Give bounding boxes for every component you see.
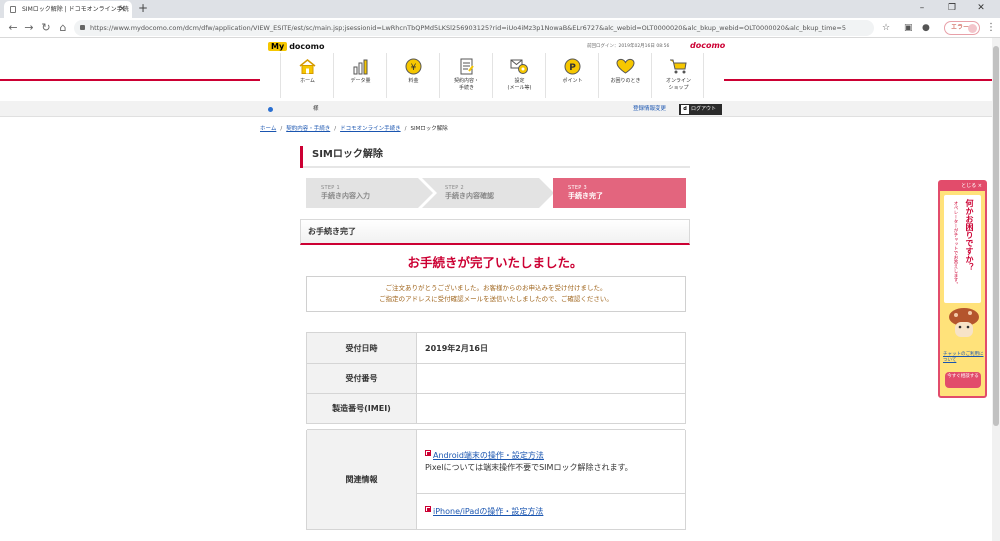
table-row: 受付日時 2019年2月16日 (306, 332, 686, 364)
yen-icon: ¥ (405, 58, 422, 75)
chat-consult-button[interactable]: 今すぐ相談する (945, 372, 981, 388)
forward-icon[interactable]: → (22, 20, 36, 36)
address-bar[interactable]: https://www.mydocomo.com/dcm/dfw/applica… (74, 20, 874, 36)
row-label: 製造番号(IMEI) (306, 393, 417, 424)
lock-icon (80, 25, 85, 30)
breadcrumb-home[interactable]: ホーム (260, 126, 276, 132)
external-link-icon (425, 449, 431, 456)
url-text: https://www.mydocomo.com/dcm/dfw/applica… (90, 24, 847, 32)
breadcrumb-contract[interactable]: 契約内容・手続き (286, 126, 330, 132)
d-logo-icon: d (681, 105, 689, 114)
chat-info-link[interactable]: チャットのご利用について (943, 352, 987, 364)
gnav-settings[interactable]: 設定 (メール等) (492, 53, 545, 98)
docomo-brand-logo[interactable]: docomo (690, 40, 725, 51)
new-tab-button[interactable]: + (138, 0, 148, 17)
cart-icon (670, 59, 687, 74)
chat-widget: とじる × 何かお困りですか？ オペレーターがチャットでお答えします。 チャット… (938, 180, 987, 398)
section-heading: お手続き完了 (300, 219, 690, 245)
chat-question: 何かお困りですか？ (965, 199, 974, 271)
gnav-home[interactable]: ホーム (280, 53, 333, 98)
extension-icon[interactable]: ▣ (904, 21, 913, 35)
bookmark-star-icon[interactable]: ☆ (882, 21, 890, 35)
row-label: 受付番号 (306, 363, 417, 394)
back-icon[interactable]: ← (6, 20, 20, 36)
page: My docomo 前回ログイン：2019年02月16日 08:56 docomo… (0, 38, 992, 541)
heart-icon (616, 58, 635, 74)
gnav-data[interactable]: データ量 (333, 53, 386, 98)
row-value (416, 363, 686, 394)
title-accent-bar (300, 146, 303, 168)
gnav-contract[interactable]: 契約内容・ 手続き (439, 53, 492, 98)
receipt-table: 受付日時 2019年2月16日 受付番号 製造番号(IMEI) 関連情報 And… (306, 332, 686, 530)
breadcrumb: ホーム / 契約内容・手続き / ドコモオンライン手続き / SIMロック解除 (260, 126, 448, 132)
notice-box: ご注文ありがとうございました。お客様からのお申込みを受け付けました。 ご指定のア… (306, 276, 686, 312)
last-login: 前回ログイン：2019年02月16日 08:56 (587, 44, 670, 49)
gnav-shop[interactable]: オンライン ショップ (651, 53, 704, 98)
extension-circle-icon[interactable]: ● (922, 21, 930, 35)
gear-mail-icon (510, 59, 528, 74)
mydocomo-logo[interactable]: My docomo (268, 41, 324, 52)
page-icon (10, 6, 16, 13)
menu-icon[interactable]: ⋮ (986, 21, 996, 35)
global-nav: ホーム データ量 ¥ 料金 契約内容・ 手続き 設定 (メール等) P ポイント (280, 53, 704, 98)
gnav-points[interactable]: P ポイント (545, 53, 598, 98)
browser-tab[interactable]: SIMロック解除 | ドコモオンライン手続 × (4, 1, 132, 18)
status-dot-icon (268, 107, 273, 112)
home-icon (299, 59, 316, 74)
browser-toolbar: ← → ↻ ⌂ https://www.mydocomo.com/dcm/dfw… (0, 18, 1000, 38)
document-icon (460, 58, 474, 75)
breadcrumb-online[interactable]: ドコモオンライン手続き (340, 126, 401, 132)
chat-close-button[interactable]: とじる × (940, 182, 985, 191)
reload-icon[interactable]: ↻ (39, 20, 53, 36)
step-indicator: STEP 1 手続き内容入力 STEP 2 手続き内容確認 STEP 3 手続き… (306, 178, 686, 208)
site-header: My docomo 前回ログイン：2019年02月16日 08:56 docomo… (260, 38, 725, 101)
maximize-button[interactable]: ❐ (937, 0, 967, 17)
row-value (416, 393, 686, 424)
point-icon: P (564, 58, 581, 75)
profile-button[interactable]: エラー (944, 21, 980, 35)
mascot-icon (949, 308, 979, 337)
row-label: 受付日時 (306, 332, 417, 364)
svg-text:¥: ¥ (411, 63, 417, 73)
tab-close-icon[interactable]: × (118, 1, 126, 18)
android-link[interactable]: Android端末の操作・設定方法 (433, 451, 544, 460)
chat-message-card[interactable]: 何かお困りですか？ オペレーターがチャットでお答えします。 (944, 195, 981, 303)
user-name: 様 (313, 106, 319, 112)
chat-subtext: オペレーターがチャットでお答えします。 (953, 201, 958, 287)
table-row: 受付番号 (306, 363, 686, 394)
svg-text:P: P (569, 63, 576, 73)
gnav-fee[interactable]: ¥ 料金 (386, 53, 439, 98)
avatar (968, 24, 977, 33)
page-title: SIMロック解除 (300, 146, 690, 168)
user-bar: 様 登録情報変更 d ログアウト (0, 101, 992, 117)
external-link-icon (425, 505, 431, 512)
profile-label: エラー (951, 24, 970, 31)
table-row: 製造番号(IMEI) (306, 393, 686, 424)
pixel-note: Pixelについては端末操作不要でSIMロック解除されます。 (425, 462, 633, 472)
notice-line-1: ご注文ありがとうございました。お客様からのお申込みを受け付けました。 (385, 284, 607, 292)
step-3: STEP 3 手続き完了 (553, 178, 686, 208)
logout-button[interactable]: d ログアウト (679, 104, 722, 115)
step-2: STEP 2 手続き内容確認 (422, 178, 554, 208)
row-value: 2019年2月16日 (416, 332, 686, 364)
minimize-button[interactable]: – (907, 0, 937, 17)
breadcrumb-current: SIMロック解除 (410, 126, 448, 132)
close-window-button[interactable]: ✕ (966, 0, 996, 17)
registration-change-link[interactable]: 登録情報変更 (633, 101, 666, 117)
home-icon[interactable]: ⌂ (56, 20, 70, 36)
scrollbar-thumb[interactable] (993, 46, 999, 426)
bar-chart-icon (353, 59, 368, 75)
iphone-cell: iPhone/iPadの操作・設定方法 (416, 493, 686, 530)
android-cell: Android端末の操作・設定方法 Pixelについては端末操作不要でSIMロッ… (416, 429, 686, 494)
tab-title: SIMロック解除 | ドコモオンライン手続 (22, 6, 129, 13)
notice-line-2: ご指定のアドレスに受付確認メールを送信いたしましたので、ご確認ください。 (379, 295, 613, 303)
iphone-link[interactable]: iPhone/iPadの操作・設定方法 (433, 507, 543, 516)
completion-message: お手続きが完了いたしました。 (407, 255, 583, 270)
related-info-label: 関連情報 (306, 429, 417, 530)
step-1: STEP 1 手続き内容入力 (306, 178, 433, 208)
table-row: 関連情報 Android端末の操作・設定方法 Pixelについては端末操作不要で… (306, 429, 686, 530)
scrollbar[interactable] (992, 38, 1000, 541)
gnav-help[interactable]: お困りのとき (598, 53, 651, 98)
browser-tabbar: SIMロック解除 | ドコモオンライン手続 × + – ❐ ✕ (0, 0, 1000, 18)
